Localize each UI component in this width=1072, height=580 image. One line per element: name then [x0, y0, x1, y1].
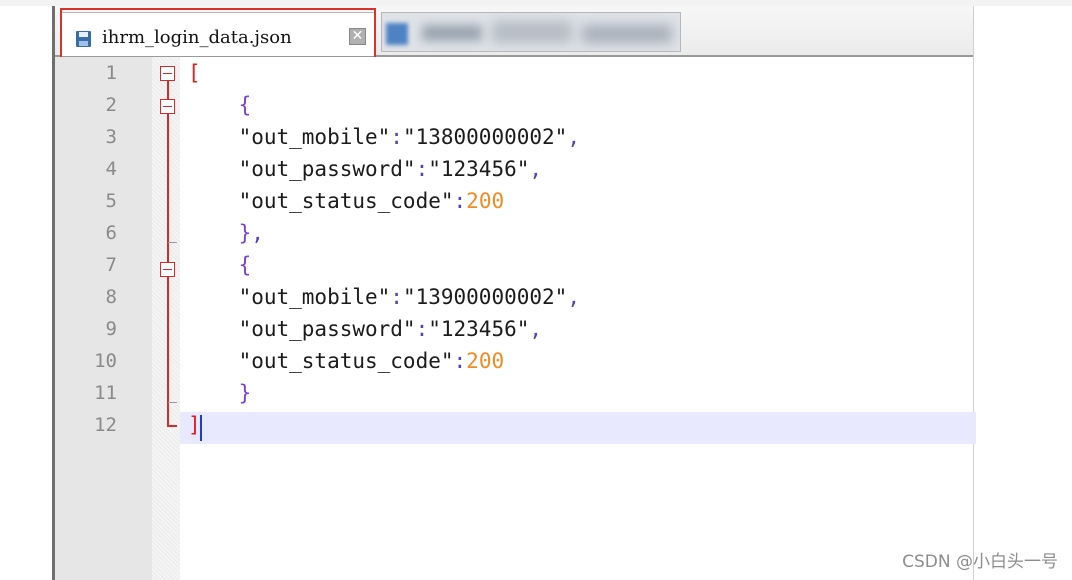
code-token: ,	[567, 125, 580, 149]
line-number: 6	[105, 222, 117, 244]
fold-toggle-line-7[interactable]	[160, 262, 175, 277]
code-token: :	[390, 285, 403, 309]
tab-bar: ihrm_login_data.json ✕	[55, 6, 973, 64]
line-number: 12	[94, 414, 117, 436]
code-token: :	[390, 125, 403, 149]
code-line[interactable]: 10 "out_status_code":200	[55, 345, 973, 377]
code-token: "13900000002"	[402, 285, 568, 309]
blur-block	[492, 21, 572, 43]
code-token: "123456"	[428, 317, 530, 341]
code-token: ]	[188, 413, 201, 437]
line-code: "out_status_code":200	[188, 185, 505, 217]
code-line[interactable]: 6 },	[55, 217, 973, 249]
code-line[interactable]: 3 "out_mobile":"13800000002",	[55, 121, 973, 153]
fold-end-line-11	[168, 402, 177, 403]
watermark: CSDN @小白头一号	[902, 552, 1058, 572]
line-number: 10	[94, 350, 117, 372]
text-caret	[200, 415, 202, 441]
line-code: {	[188, 89, 252, 121]
line-number: 1	[105, 62, 117, 84]
code-token: ,	[529, 157, 543, 181]
line-number: 11	[94, 382, 117, 404]
blur-block	[582, 25, 672, 43]
code-token: "out_mobile"	[188, 285, 391, 309]
fold-line-outer	[167, 80, 169, 426]
code-line[interactable]: 2 {	[55, 89, 973, 121]
line-code: "out_password":"123456",	[188, 153, 542, 185]
code-token: "out_status_code"	[188, 349, 454, 373]
editor-area[interactable]: 1[2 {3 "out_mobile":"13800000002", 4 "out…	[55, 57, 976, 580]
code-token: "out_password"	[188, 157, 416, 181]
fold-end-outer	[167, 425, 177, 427]
code-line[interactable]: 11 }	[55, 377, 973, 409]
line-code: }	[188, 377, 252, 409]
line-code: {	[188, 249, 252, 281]
code-token: 200	[466, 189, 505, 213]
code-token: :	[415, 317, 429, 341]
code-line[interactable]: 4 "out_password":"123456",	[55, 153, 973, 185]
tab-label: ihrm_login_data.json	[102, 27, 292, 48]
fold-toggle-line-1[interactable]	[160, 66, 175, 81]
line-code: [	[188, 57, 201, 89]
editor-window-root: ihrm_login_data.json ✕ 1[2 {3 "out_mobil…	[0, 0, 1072, 580]
code-token: "out_password"	[188, 317, 416, 341]
line-number: 2	[105, 94, 117, 116]
close-icon[interactable]: ✕	[349, 28, 366, 45]
code-line[interactable]: 12]	[55, 409, 973, 441]
code-token: 200	[466, 349, 505, 373]
line-code: "out_mobile":"13900000002",	[188, 281, 580, 313]
tab-ihrm-login-data[interactable]: ihrm_login_data.json ✕	[61, 12, 375, 56]
save-icon	[76, 31, 91, 47]
file-icon	[386, 23, 408, 45]
code-token: [	[188, 61, 201, 85]
code-token: "13800000002"	[402, 125, 568, 149]
code-token: "out_mobile"	[188, 125, 391, 149]
line-code: ]	[188, 409, 201, 441]
code-token: ,	[251, 221, 264, 245]
code-token: "out_status_code"	[188, 189, 454, 213]
code-token: }	[188, 381, 252, 405]
line-number: 7	[105, 254, 117, 276]
code-token: :	[453, 189, 467, 213]
line-code: },	[188, 217, 264, 249]
line-number: 9	[105, 318, 117, 340]
code-line[interactable]: 5 "out_status_code":200	[55, 185, 973, 217]
code-token: ,	[567, 285, 580, 309]
code-token: ,	[529, 317, 543, 341]
line-code: "out_status_code":200	[188, 345, 505, 377]
code-token: }	[188, 221, 252, 245]
fold-toggle-line-2[interactable]	[160, 99, 175, 114]
code-line[interactable]: 7 {	[55, 249, 973, 281]
code-token: {	[188, 93, 252, 117]
code-token: {	[188, 253, 252, 277]
fold-end-line-6	[168, 242, 177, 243]
line-number: 5	[105, 190, 117, 212]
line-code: "out_password":"123456",	[188, 313, 542, 345]
line-code: "out_mobile":"13800000002",	[188, 121, 580, 153]
line-number: 3	[105, 126, 117, 148]
code-token: "123456"	[428, 157, 530, 181]
code-token: :	[415, 157, 429, 181]
code-token: :	[453, 349, 467, 373]
notepad-window: ihrm_login_data.json ✕ 1[2 {3 "out_mobil…	[52, 6, 976, 580]
code-line[interactable]: 8 "out_mobile":"13900000002",	[55, 281, 973, 313]
line-number: 4	[105, 158, 117, 180]
code-line[interactable]: 9 "out_password":"123456",	[55, 313, 973, 345]
line-number: 8	[105, 286, 117, 308]
blur-block	[422, 25, 482, 41]
tab-blurred[interactable]	[381, 12, 681, 52]
code-line[interactable]: 1[	[55, 57, 973, 89]
